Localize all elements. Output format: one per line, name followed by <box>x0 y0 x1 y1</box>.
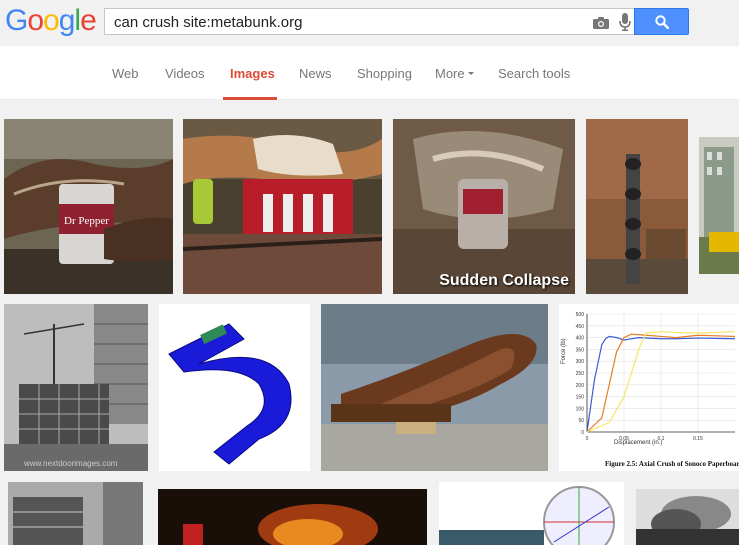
chart-ylabel: Force (lb) <box>561 338 567 364</box>
tab-images[interactable]: Images <box>230 66 275 81</box>
chart-xtick-label: 0 <box>586 436 589 442</box>
result-image-sandal-cans[interactable] <box>183 119 382 294</box>
tab-web[interactable]: Web <box>112 66 139 81</box>
chart-ytick-label: 0 <box>581 430 584 436</box>
chart-ytick-label: 300 <box>576 359 585 365</box>
search-nav: Web Videos Images News Shopping More Sea… <box>0 46 739 100</box>
result-image-can-stack[interactable] <box>586 119 688 294</box>
search-box[interactable] <box>104 8 634 35</box>
result-image-force-chart[interactable]: Force (lb) Displacement (in.) 0 50 100 150 2… <box>559 304 739 471</box>
camera-icon[interactable] <box>593 16 609 29</box>
chart-ytick-label: 100 <box>576 406 585 412</box>
search-input[interactable] <box>114 14 574 31</box>
result-image-ruins[interactable] <box>8 482 143 545</box>
chart-ytick-label: 400 <box>576 336 585 342</box>
tab-more-label: More <box>435 66 465 81</box>
logo-letter: e <box>80 4 97 37</box>
result-image-shoe-can[interactable]: Dr Pepper <box>4 119 173 294</box>
result-image-sudden-collapse[interactable]: Sudden Collapse <box>393 119 575 294</box>
microphone-icon[interactable] <box>619 13 631 31</box>
google-logo[interactable]: Google <box>5 4 97 37</box>
result-image-smoke[interactable] <box>636 489 739 545</box>
search-button[interactable] <box>634 8 689 35</box>
tab-videos[interactable]: Videos <box>165 66 205 81</box>
logo-letter: G <box>5 4 28 37</box>
logo-letter: g <box>58 4 76 37</box>
tab-more[interactable]: More <box>435 66 474 81</box>
result-image-bent-beam[interactable] <box>321 304 548 471</box>
header-bar: Google <box>0 0 739 46</box>
result-image-crushed-model[interactable] <box>159 304 310 471</box>
result-image-gauge[interactable] <box>439 482 624 545</box>
search-icon <box>655 15 669 29</box>
result-image-building[interactable] <box>699 137 739 274</box>
watermark-text: www.nextdoorimages.com <box>24 459 118 468</box>
chart-xtick-label: 0.15 <box>693 436 703 442</box>
chart-ytick-label: 250 <box>576 371 585 377</box>
result-image-explosion[interactable] <box>158 489 427 545</box>
tab-shopping[interactable]: Shopping <box>357 66 412 81</box>
chart-ytick-label: 200 <box>576 383 585 389</box>
result-image-construction[interactable]: www.nextdoorimages.com <box>4 304 148 471</box>
caret-down-icon <box>467 72 474 76</box>
chart-ytick-label: 50 <box>578 418 584 424</box>
chart-ytick-label: 150 <box>576 395 585 401</box>
logo-letter: o <box>27 4 44 37</box>
image-results: Dr Pepper Sudden Collapse www.nextdoorim… <box>0 100 739 545</box>
chart-ytick-label: 350 <box>576 347 585 353</box>
can-label-text: Dr Pepper <box>64 215 109 227</box>
chart-title: Figure 2.5: Axial Crush of Sonoco Paperb… <box>605 460 739 468</box>
chart-ytick-label: 450 <box>576 324 585 330</box>
chart-ytick-label: 500 <box>576 312 585 318</box>
caption-sudden-collapse: Sudden Collapse <box>439 272 569 289</box>
logo-letter: o <box>43 4 60 37</box>
force-displacement-chart: Force (lb) Displacement (in.) 0501001502… <box>561 312 736 446</box>
chart-xtick-label: 0.1 <box>658 436 665 442</box>
tab-news[interactable]: News <box>299 66 332 81</box>
tab-search-tools[interactable]: Search tools <box>498 66 570 81</box>
chart-xtick-label: 0.05 <box>619 436 629 442</box>
